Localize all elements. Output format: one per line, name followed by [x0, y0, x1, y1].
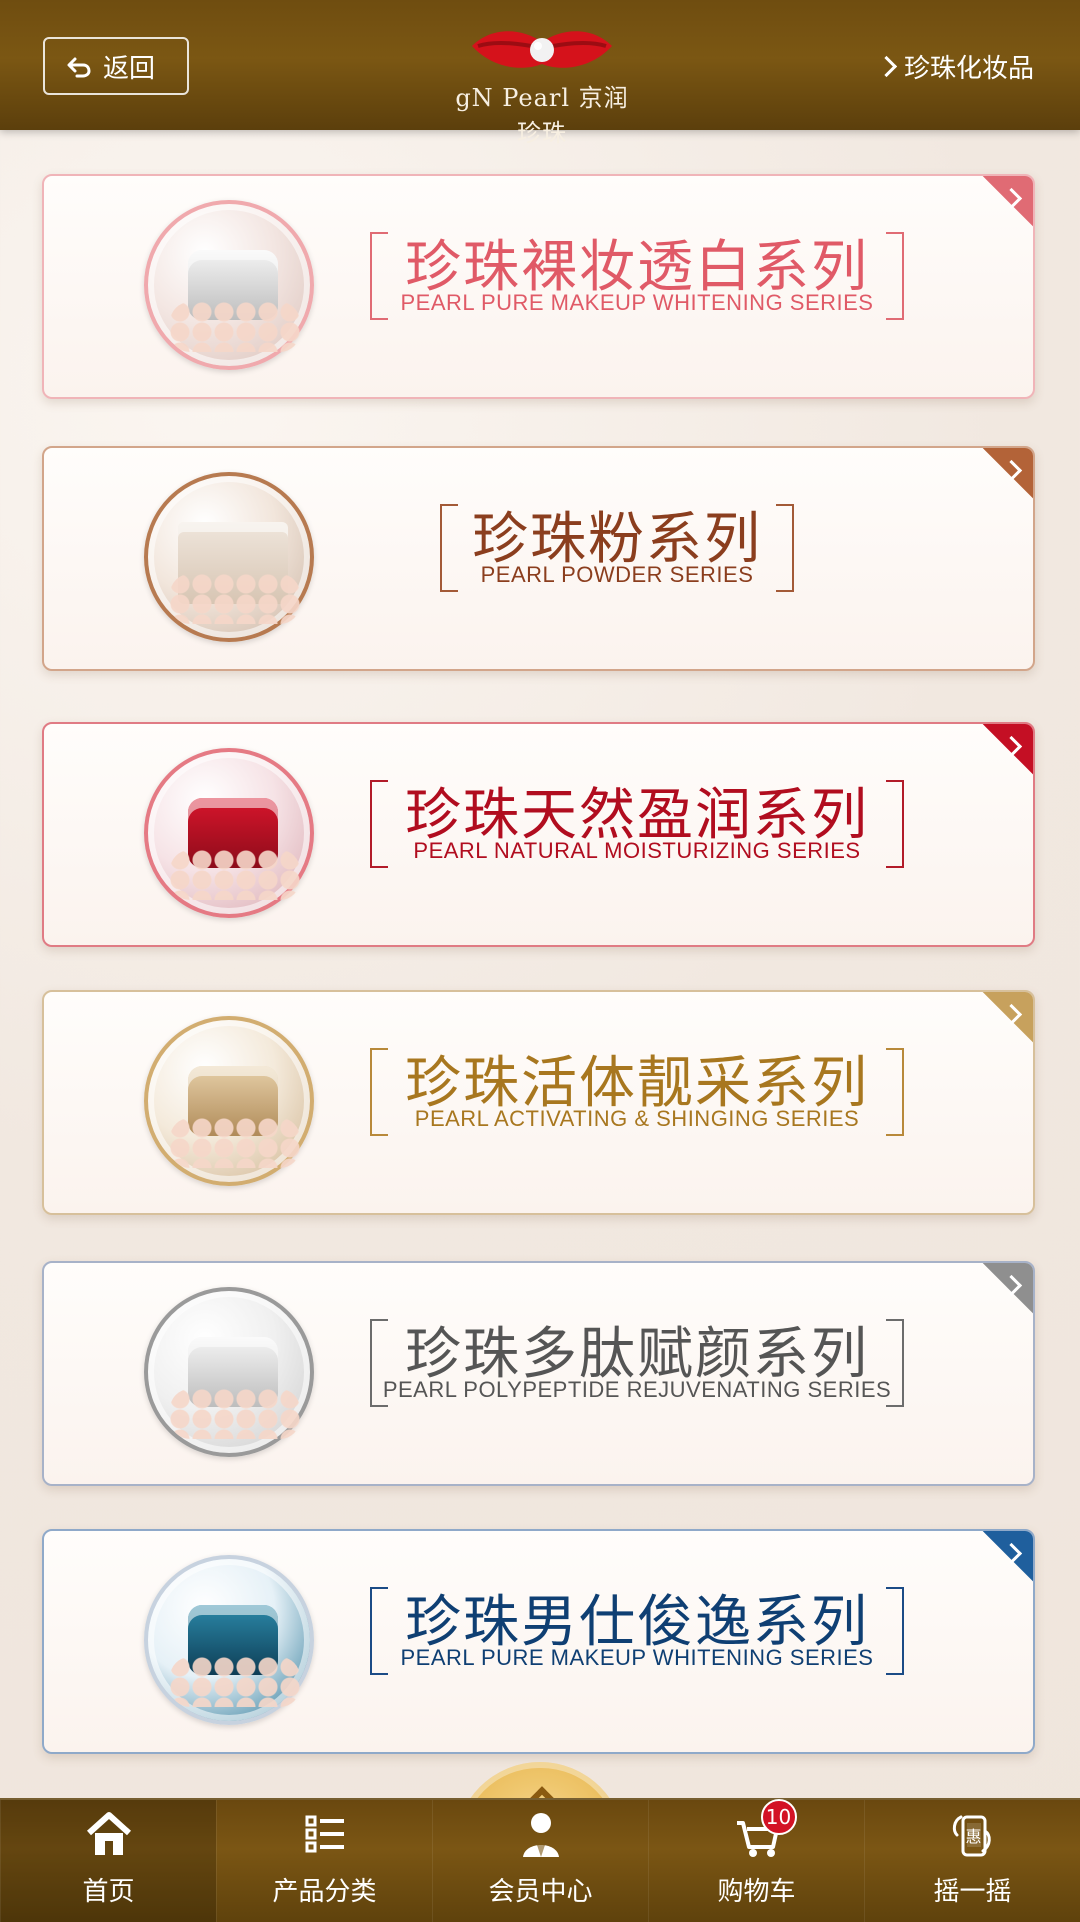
series-card-6[interactable]: 珍珠男仕俊逸系列 PEARL PURE MAKEUP WHITENING SER…	[42, 1529, 1035, 1754]
tab-cart[interactable]: 10 购物车	[648, 1799, 864, 1922]
tab-home[interactable]: 首页	[0, 1800, 216, 1922]
tab-member-center-label: 会员中心	[488, 1877, 593, 1907]
series-title-en: PEARL ACTIVATING & SHINGING SERIES	[414, 1106, 860, 1131]
tab-cart-label: 购物车	[717, 1877, 796, 1907]
cart-icon: 10	[727, 1799, 797, 1863]
chevron-right-icon	[1000, 1003, 1023, 1026]
bottom-navigation: 首页 产品分类 会员中心 10 购物车 惠 摇一摇	[0, 1798, 1080, 1922]
title-bracket-frame: 珍珠男仕俊逸系列 PEARL PURE MAKEUP WHITENING SER…	[370, 1587, 904, 1675]
series-card-5[interactable]: 珍珠多肽赋颜系列 PEARL POLYPEPTIDE REJUVENATING …	[42, 1261, 1035, 1486]
user-icon	[511, 1805, 571, 1863]
chevron-right-icon	[1000, 1274, 1023, 1297]
series-title-block: 珍珠粉系列 PEARL POWDER SERIES	[44, 504, 1033, 634]
tab-member-center[interactable]: 会员中心	[432, 1800, 648, 1922]
series-title-block: 珍珠活体靓采系列 PEARL ACTIVATING & SHINGING SER…	[44, 1048, 1033, 1178]
tab-product-categories-label: 产品分类	[272, 1877, 377, 1907]
series-title-en: PEARL POWDER SERIES	[480, 562, 754, 587]
series-title-en: PEARL PURE MAKEUP WHITENING SERIES	[400, 290, 874, 315]
series-title-block: 珍珠多肽赋颜系列 PEARL POLYPEPTIDE REJUVENATING …	[44, 1319, 1033, 1449]
series-title-en: PEARL POLYPEPTIDE REJUVENATING SERIES	[382, 1377, 892, 1402]
cart-badge: 10	[760, 1799, 797, 1835]
chevron-right-icon	[1000, 459, 1023, 482]
tab-home-label: 首页	[82, 1877, 135, 1907]
series-title-block: 珍珠天然盈润系列 PEARL NATURAL MOISTURIZING SERI…	[44, 780, 1033, 910]
title-bracket-frame: 珍珠粉系列 PEARL POWDER SERIES	[440, 504, 794, 592]
series-title-block: 珍珠男仕俊逸系列 PEARL PURE MAKEUP WHITENING SER…	[44, 1587, 1033, 1717]
title-bracket-frame: 珍珠多肽赋颜系列 PEARL POLYPEPTIDE REJUVENATING …	[370, 1319, 904, 1407]
title-bracket-frame: 珍珠天然盈润系列 PEARL NATURAL MOISTURIZING SERI…	[370, 780, 904, 868]
series-title-en: PEARL NATURAL MOISTURIZING SERIES	[413, 838, 861, 863]
chevron-right-icon	[1000, 735, 1023, 758]
chevron-right-icon	[1000, 187, 1023, 210]
home-icon	[79, 1805, 139, 1863]
series-card-4[interactable]: 珍珠活体靓采系列 PEARL ACTIVATING & SHINGING SER…	[42, 990, 1035, 1215]
series-card-1[interactable]: 珍珠裸妆透白系列 PEARL PURE MAKEUP WHITENING SER…	[42, 174, 1035, 399]
series-title-en: PEARL PURE MAKEUP WHITENING SERIES	[400, 1645, 874, 1670]
series-card-2[interactable]: 珍珠粉系列 PEARL POWDER SERIES	[42, 446, 1035, 671]
series-list: 珍珠裸妆透白系列 PEARL PURE MAKEUP WHITENING SER…	[0, 0, 1080, 1920]
list-icon	[295, 1805, 355, 1863]
tab-shake[interactable]: 惠 摇一摇	[864, 1800, 1080, 1922]
shake-phone-icon: 惠	[943, 1805, 1003, 1863]
shake-icon-text: 惠	[965, 1827, 982, 1846]
tab-product-categories[interactable]: 产品分类	[216, 1800, 432, 1922]
series-card-3[interactable]: 珍珠天然盈润系列 PEARL NATURAL MOISTURIZING SERI…	[42, 722, 1035, 947]
title-bracket-frame: 珍珠裸妆透白系列 PEARL PURE MAKEUP WHITENING SER…	[370, 232, 904, 320]
series-title-block: 珍珠裸妆透白系列 PEARL PURE MAKEUP WHITENING SER…	[44, 232, 1033, 362]
tab-shake-label: 摇一摇	[933, 1877, 1012, 1907]
chevron-right-icon	[1000, 1542, 1023, 1565]
title-bracket-frame: 珍珠活体靓采系列 PEARL ACTIVATING & SHINGING SER…	[370, 1048, 904, 1136]
